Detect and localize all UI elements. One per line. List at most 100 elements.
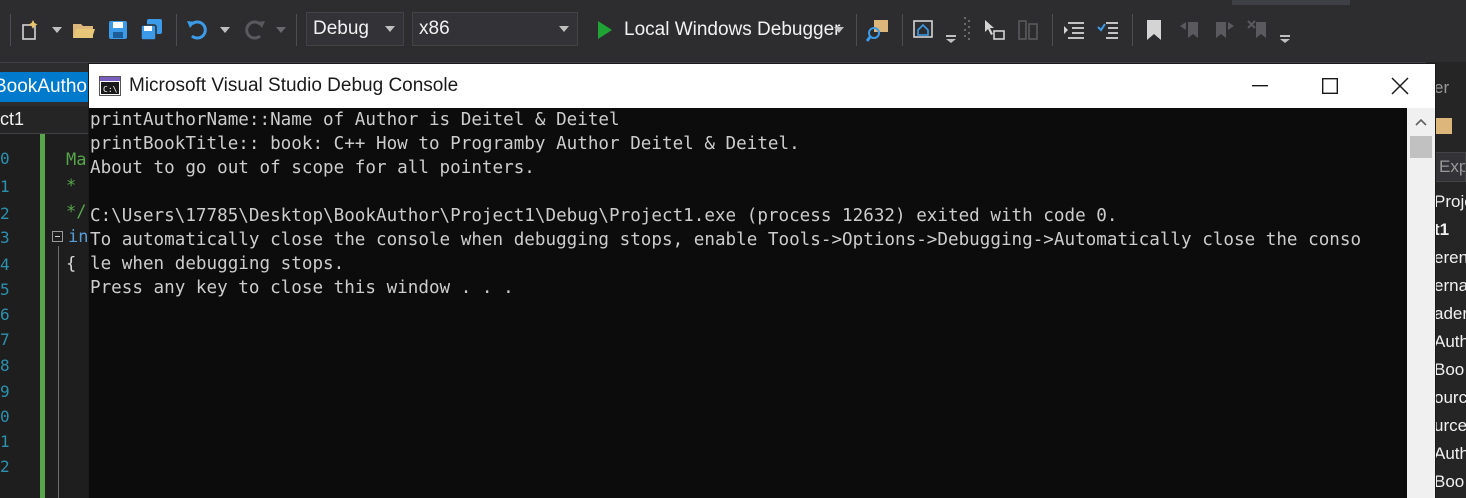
start-debugging-button[interactable]: Local Windows Debugger [590,12,841,48]
console-app-icon: C:\ [99,76,121,96]
code-keyword-fragment: in [68,227,89,247]
solution-platform-dropdown[interactable]: x86 [412,12,578,46]
line-number: 0 [0,149,10,168]
maximize-icon [1322,78,1338,94]
line-number: 5 [0,280,10,299]
code-comment-fragment: */ [66,202,87,222]
editor-tab-label: BookAuthor. [0,76,92,97]
console-line: printAuthorName::Name of Author is Deite… [90,110,620,130]
scroll-thumb[interactable] [1410,136,1432,158]
new-item-icon[interactable] [18,17,42,43]
tree-item[interactable]: Auth [1434,444,1466,464]
line-number: 1 [0,177,10,196]
line-number: 4 [0,255,10,274]
toolbar-separator [1132,14,1133,46]
undo-icon[interactable] [186,17,210,43]
console-scrollbar[interactable] [1407,108,1435,498]
chevron-down-icon[interactable] [220,25,230,35]
toolbar-overflow-icon[interactable] [946,34,956,44]
code-comment-fragment: Ma [66,150,87,170]
console-line: About to go out of scope for all pointer… [90,158,535,178]
chevron-down-icon [559,26,569,32]
run-label: Local Windows Debugger [624,19,841,40]
save-all-icon[interactable] [140,17,164,43]
tree-item[interactable]: erna [1434,276,1466,296]
toolbar-separator [856,14,857,46]
step-into-pointer-icon[interactable] [982,17,1006,43]
svg-text:C:\: C:\ [103,85,118,94]
toolbar-grip-icon[interactable] [962,17,972,43]
tree-item[interactable]: ader [1434,304,1466,324]
close-button[interactable] [1365,64,1435,108]
title-bar-fragment [1232,0,1350,5]
line-number: 3 [0,228,10,247]
toolbar-separator [902,14,903,46]
line-number: 9 [0,382,10,401]
tree-item[interactable]: urce [1434,416,1466,436]
line-number: 8 [0,356,10,375]
window-title: Microsoft Visual Studio Debug Console [129,75,459,96]
tree-item[interactable]: Boo [1434,360,1464,380]
platform-value: x86 [419,18,450,39]
console-line: Press any key to close this window . . . [90,278,514,298]
search-placeholder: Exp [1439,157,1466,176]
tree-item[interactable]: t1 [1434,220,1449,240]
line-number: 2 [0,457,10,476]
chevron-down-icon[interactable] [52,25,62,35]
editor-document-tab[interactable]: BookAuthor. [0,72,92,102]
configuration-value: Debug [313,18,369,39]
uncomment-lines-icon[interactable] [1096,17,1120,43]
toolbar-overflow-icon[interactable] [1280,34,1290,44]
save-icon[interactable] [106,17,130,43]
project-scope-label: ct1 [0,109,25,129]
line-number: 6 [0,305,10,324]
find-in-files-icon[interactable] [866,17,890,43]
code-comment-fragment: * [66,176,77,196]
console-line: To automatically close the console when … [90,230,1362,250]
solution-search-input[interactable]: Exp [1434,152,1466,182]
console-line: le when debugging stops. [90,254,345,274]
maximize-button[interactable] [1295,64,1365,108]
tree-item[interactable]: ourc [1434,388,1466,408]
console-output[interactable]: printAuthorName::Name of Author is Deite… [89,108,1407,498]
tree-item[interactable]: Boo [1434,472,1464,492]
outline-guide [58,246,59,498]
change-tracking-bar [40,134,45,498]
console-line: C:\Users\17785\Desktop\BookAuthor\Projec… [90,206,1118,226]
toolbar-separator [296,14,297,46]
chevron-down-icon[interactable] [834,25,844,35]
tree-item[interactable]: Auth [1434,332,1466,352]
columns-icon[interactable] [1016,17,1040,43]
solution-configuration-dropdown[interactable]: Debug [306,12,404,46]
toolbar-separator [1052,14,1053,46]
minimize-button[interactable] [1225,64,1295,108]
toolbar-separator [10,14,11,46]
open-folder-icon[interactable] [72,17,96,43]
close-icon [1391,77,1409,95]
scroll-up-button[interactable] [1407,108,1435,136]
editor-navigation-bar[interactable]: ct1 [0,106,92,134]
code-editor[interactable]: 0 1 2 3 4 5 6 7 8 9 0 1 2 Ma * */ in { [0,134,92,498]
solution-explorer-home-icon[interactable] [912,17,936,43]
collapse-toggle-icon[interactable] [52,231,63,242]
minimize-icon [1252,85,1268,87]
line-number: 1 [0,432,10,451]
chevron-down-icon[interactable] [276,25,286,35]
tree-item[interactable]: eren [1434,248,1466,268]
clear-bookmarks-icon[interactable] [1246,17,1270,43]
console-line [89,180,1407,204]
line-number: 0 [0,407,10,426]
line-number: 2 [0,204,10,223]
code-brace-fragment: { [66,254,77,274]
comment-lines-icon[interactable] [1062,17,1086,43]
tree-item[interactable]: Proje [1434,192,1466,212]
previous-bookmark-icon[interactable] [1178,17,1202,43]
line-number: 7 [0,330,10,349]
debug-console-window[interactable]: C:\ Microsoft Visual Studio Debug Consol… [89,64,1435,498]
next-bookmark-icon[interactable] [1212,17,1236,43]
console-title-bar[interactable]: C:\ Microsoft Visual Studio Debug Consol… [89,64,1435,108]
redo-icon[interactable] [242,17,266,43]
console-line: printBookTitle:: book: C++ How to Progra… [90,134,800,154]
chevron-down-icon [385,26,395,32]
bookmark-icon[interactable] [1142,17,1166,43]
